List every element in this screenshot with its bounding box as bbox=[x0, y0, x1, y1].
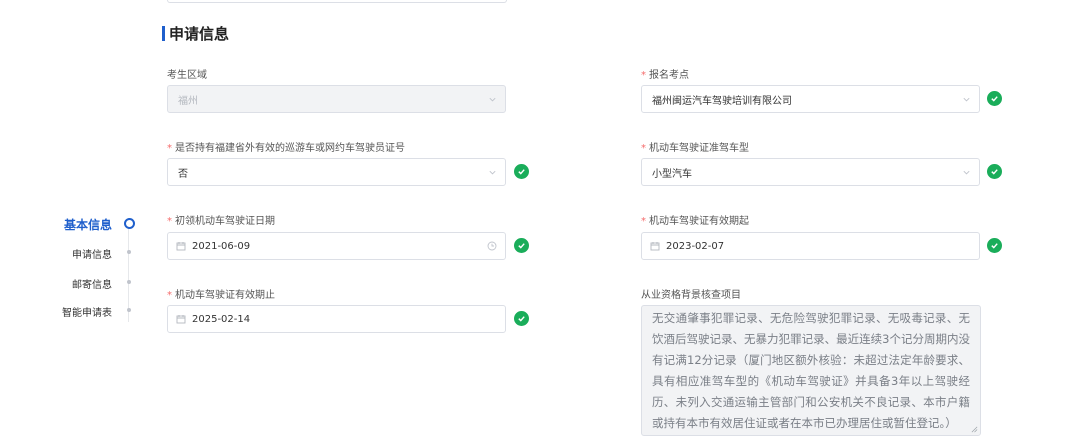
section-title: 申请信息 bbox=[169, 24, 230, 43]
valid-to-label: * 机动车驾驶证有效期止 bbox=[167, 290, 275, 301]
check-circle-icon bbox=[514, 164, 529, 179]
first-license-date-input[interactable]: 2021-06-09 bbox=[167, 232, 506, 260]
nav-item-application-info[interactable]: 申请信息 bbox=[40, 246, 112, 261]
required-mark: * bbox=[641, 216, 646, 227]
has-license-value: 否 bbox=[178, 168, 188, 180]
background-check-text: 无交通肇事犯罪记录、无危险驾驶犯罪记录、无吸毒记录、无饮酒后驾驶记录、无暴力犯罪… bbox=[652, 311, 970, 430]
region-label: 考生区域 bbox=[167, 70, 207, 81]
valid-from-label: * 机动车驾驶证有效期起 bbox=[641, 216, 749, 227]
background-check-label: 从业资格背景核查项目 bbox=[641, 290, 741, 301]
check-circle-icon bbox=[514, 238, 529, 253]
required-mark: * bbox=[167, 143, 172, 154]
section-accent-bar bbox=[162, 25, 165, 41]
nav-track-line bbox=[128, 222, 129, 322]
exam-site-label: * 报名考点 bbox=[641, 70, 689, 81]
clock-icon[interactable] bbox=[487, 241, 497, 251]
calendar-icon bbox=[176, 315, 186, 324]
chevron-down-icon[interactable] bbox=[488, 168, 497, 177]
region-value: 福州 bbox=[178, 95, 198, 107]
nav-dot-icon bbox=[127, 280, 131, 284]
nav-dot-icon bbox=[127, 250, 131, 254]
has-license-select[interactable]: 否 bbox=[167, 158, 506, 186]
exam-site-value: 福州闽运汽车驾驶培训有限公司 bbox=[652, 95, 792, 107]
check-circle-icon bbox=[987, 91, 1002, 106]
region-select: 福州 bbox=[167, 85, 506, 113]
nav-active-dot-icon bbox=[124, 218, 135, 229]
required-mark: * bbox=[641, 70, 646, 81]
nav-item-mailing-info[interactable]: 邮寄信息 bbox=[40, 276, 112, 291]
has-license-label: * 是否持有福建省外有效的巡游车或网约车驾驶员证号 bbox=[167, 143, 405, 154]
vehicle-type-label: * 机动车驾驶证准驾车型 bbox=[641, 143, 749, 154]
required-mark: * bbox=[167, 290, 172, 301]
chevron-down-icon bbox=[489, 97, 496, 101]
vehicle-type-select[interactable]: 小型汽车 bbox=[641, 158, 980, 186]
resize-handle-icon[interactable] bbox=[971, 426, 978, 433]
first-license-date-value: 2021-06-09 bbox=[192, 240, 251, 252]
background-check-textarea: 无交通肇事犯罪记录、无危险驾驶犯罪记录、无吸毒记录、无饮酒后驾驶记录、无暴力犯罪… bbox=[641, 305, 981, 436]
required-mark: * bbox=[167, 216, 172, 227]
calendar-icon bbox=[650, 242, 660, 251]
valid-from-input[interactable]: 2023-02-07 bbox=[641, 232, 980, 260]
valid-to-value: 2025-02-14 bbox=[192, 313, 251, 325]
check-circle-icon bbox=[514, 311, 529, 326]
first-license-date-label: * 初领机动车驾驶证日期 bbox=[167, 216, 275, 227]
nav-item-basic-info[interactable]: 基本信息 bbox=[40, 216, 112, 233]
valid-from-value: 2023-02-07 bbox=[666, 240, 725, 252]
chevron-down-icon[interactable] bbox=[962, 168, 971, 177]
check-circle-icon bbox=[987, 164, 1002, 179]
section-header: 申请信息 bbox=[162, 24, 230, 43]
previous-field-bottom bbox=[167, 0, 507, 3]
check-circle-icon bbox=[987, 238, 1002, 253]
required-mark: * bbox=[641, 143, 646, 154]
calendar-icon bbox=[176, 242, 186, 251]
nav-item-smart-form[interactable]: 智能申请表 bbox=[40, 304, 112, 319]
valid-to-input[interactable]: 2025-02-14 bbox=[167, 305, 506, 333]
exam-site-select[interactable]: 福州闽运汽车驾驶培训有限公司 bbox=[641, 85, 980, 113]
vehicle-type-value: 小型汽车 bbox=[652, 168, 692, 180]
nav-dot-icon bbox=[127, 308, 131, 312]
chevron-down-icon[interactable] bbox=[962, 95, 971, 104]
